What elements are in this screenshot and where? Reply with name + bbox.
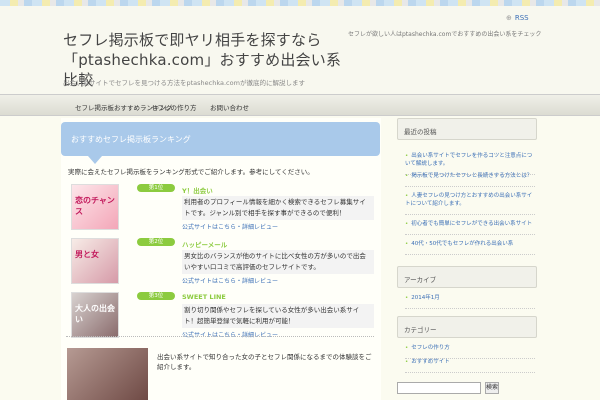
recent-post-item[interactable]: • 40代・50代でもセフレが作れる出会い系: [405, 240, 535, 255]
recent-post-item[interactable]: • 掲示板で見つけたセフレと長続きする方法とは？: [405, 172, 535, 187]
category-heading: カテゴリー: [397, 316, 537, 338]
official-site-link[interactable]: 公式サイトはこちら・詳細レビュー: [182, 222, 278, 231]
site-thumbnail[interactable]: 大人の出会い: [71, 292, 119, 338]
site-description: 出会い系サイトでセフレを見つける方法をptashechka.comが徹底的に解説…: [63, 79, 305, 87]
site-thumbnail[interactable]: 男と女: [71, 238, 119, 284]
ranking-card-1: 恋のチャンス 第1位 Y！出会い 利用者のプロフィール情報を細かく検索できるセフ…: [71, 184, 374, 232]
rss-link[interactable]: ⊕ RSS: [506, 14, 529, 22]
ranking-card-3: 大人の出会い 第3位 SWEET LINE 割り切り関係やセフレを探している女性…: [71, 292, 374, 340]
rank-badge: 第2位: [137, 238, 175, 246]
ranking-intro: 実際に会えたセフレ掲示板をランキング形式でご紹介します。参考にしてください。: [68, 168, 314, 176]
ranking-card-2: 男と女 第2位 ハッピーメール 男女比のバランスが他のサイトに比べ女性の方が多い…: [71, 238, 374, 286]
ranking-banner: おすすめセフレ掲示板ランキング: [61, 122, 380, 156]
bullet-icon: •: [405, 295, 409, 301]
bullet-icon: •: [405, 345, 409, 351]
site-description-box: 男女比のバランスが他のサイトに比べ女性の方が多いので出会いやすい口コミで高評価の…: [182, 250, 374, 274]
category-item[interactable]: • セフレの作り方: [405, 344, 535, 359]
global-navigation: セフレ掲示板おすすめランキング セフレの作り方 お問い合わせ: [0, 94, 600, 116]
recent-post-item[interactable]: • 人妻セフレの見つけ方とおすすめの出会い系サイトについて紹介します。: [405, 192, 535, 215]
recent-post-item[interactable]: • 初心者でも簡単にセフレができる出会い系サイト: [405, 220, 535, 235]
ranking-title: おすすめセフレ掲示板ランキング: [71, 135, 191, 144]
bullet-icon: •: [405, 173, 409, 179]
site-name[interactable]: SWEET LINE: [182, 293, 226, 301]
header-note: セフレが欲しい人はptashechka.comでおすすめの出会い系をチェック: [348, 31, 542, 38]
site-description-box: 利用者のプロフィール情報を細かく検索できるセフレ募集サイトです。ジャンル別で相手…: [182, 196, 374, 220]
bullet-icon: •: [405, 241, 409, 247]
bullet-icon: •: [405, 153, 409, 159]
official-site-link[interactable]: 公式サイトはこちら・詳細レビュー: [182, 276, 278, 285]
bullet-icon: •: [405, 359, 409, 365]
search-button[interactable]: 検索: [485, 382, 499, 394]
official-site-link[interactable]: 公式サイトはこちら・詳細レビュー: [182, 330, 278, 339]
site-description-box: 割り切り関係やセフレを探している女性が多い出会い系サイト！超簡単登録で気軽に利用…: [182, 304, 374, 328]
archive-heading: アーカイブ: [397, 266, 537, 288]
rank-badge: 第1位: [137, 184, 175, 192]
site-thumbnail[interactable]: 恋のチャンス: [71, 184, 119, 230]
category-item[interactable]: • おすすめサイト: [405, 358, 535, 373]
article-thumbnail[interactable]: [67, 348, 148, 400]
bullet-icon: •: [405, 221, 409, 227]
article-summary: 出会い系サイトで知り合った女の子とセフレ関係になるまでの体験談をご紹介します。: [157, 353, 372, 371]
site-header: ⊕ RSS セフレ掲示板で即ヤリ相手を探すなら 「ptashechka.com」お…: [0, 6, 600, 94]
section-divider: [66, 336, 374, 337]
recent-posts-heading: 最近の投稿: [397, 118, 537, 140]
nav-item-contact[interactable]: お問い合わせ: [210, 102, 249, 112]
rank-badge: 第3位: [137, 292, 175, 300]
banner-arrow: [88, 156, 102, 164]
site-name[interactable]: Y！出会い: [182, 185, 213, 195]
site-name[interactable]: ハッピーメール: [182, 239, 227, 249]
rss-icon: ⊕: [506, 14, 512, 22]
search-input[interactable]: [397, 382, 481, 394]
nav-item-how-to[interactable]: セフレの作り方: [151, 102, 197, 112]
archive-item[interactable]: • 2014年1月: [405, 294, 535, 309]
bullet-icon: •: [405, 193, 409, 199]
